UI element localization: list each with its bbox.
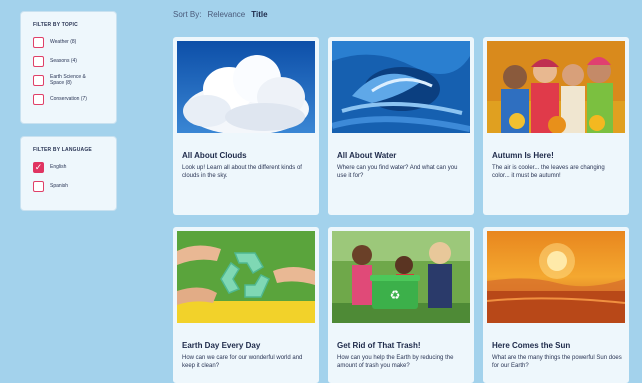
card-get-rid-of-that-trash[interactable]: ♻ Get Rid of That Trash! How can you hel… [328,227,474,383]
filter-by-topic-panel: FILTER BY TOPIC Weather (8) Seasons (4) … [20,11,117,124]
filter-by-topic-title: FILTER BY TOPIC [33,22,78,28]
card-all-about-clouds[interactable]: All About Clouds Look up! Learn all abou… [173,37,319,215]
filter-label-english: English [50,164,67,170]
card-here-comes-the-sun[interactable]: Here Comes the Sun What are the many thi… [483,227,629,383]
sunset-sky-photo [487,231,625,323]
card-description: The air is cooler... the leaves are chan… [492,165,605,179]
card-description: How can we care for our wonderful world … [182,355,303,369]
sort-by-label: Sort By: [173,10,202,19]
cumulus-clouds-photo [177,41,315,133]
conservation-checkbox[interactable] [33,93,44,105]
filter-option-weather[interactable]: Weather (8) [33,34,108,50]
filter-option-english[interactable]: ✓ English [33,159,108,175]
card-title: Get Rid of That Trash! [337,341,421,350]
earth-science-checkbox[interactable] [33,74,44,86]
filter-option-spanish[interactable]: Spanish [33,178,108,194]
english-checkbox[interactable]: ✓ [33,161,44,173]
filter-option-earth-science[interactable]: Earth Science & Space (8) [33,72,108,88]
kids-in-autumn-leaves-photo [487,41,625,133]
hands-recycle-symbol-photo [177,231,315,323]
card-description: Look up! Learn all about the different k… [182,165,302,179]
card-title: All About Water [337,151,397,160]
filter-option-conservation[interactable]: Conservation (7) [33,91,108,107]
card-title: Here Comes the Sun [492,341,571,350]
sort-bar: Sort By: Relevance Title [173,10,268,19]
card-title: All About Clouds [182,151,247,160]
card-title: Earth Day Every Day [182,341,261,350]
card-autumn-is-here[interactable]: Autumn Is Here! The air is cooler... the… [483,37,629,215]
card-title: Autumn Is Here! [492,151,554,160]
card-all-about-water[interactable]: All About Water Where can you find water… [328,37,474,215]
filter-option-seasons[interactable]: Seasons (4) [33,53,108,69]
weather-checkbox[interactable] [33,36,44,48]
card-description: Where can you find water? And what can y… [337,165,458,179]
kids-with-recycling-bin-photo: ♻ [332,231,470,323]
checkmark-icon: ✓ [34,161,43,172]
filter-label-spanish: Spanish [50,183,69,189]
spanish-checkbox[interactable] [33,180,44,192]
seasons-checkbox[interactable] [33,55,44,67]
filter-label-conservation: Conservation (7) [50,96,87,102]
card-description: What are the many things the powerful Su… [492,355,622,369]
sort-option-relevance[interactable]: Relevance [207,10,245,19]
filter-by-language-title: FILTER BY LANGUAGE [33,147,92,153]
ocean-wave-photo [332,41,470,133]
card-earth-day-every-day[interactable]: Earth Day Every Day How can we care for … [173,227,319,383]
filter-label-weather: Weather (8) [50,39,77,45]
filter-by-language-panel: FILTER BY LANGUAGE ✓ English Spanish [20,136,117,211]
sort-option-title[interactable]: Title [251,10,267,19]
card-description: How can you help the Earth by reducing t… [337,355,454,369]
filter-label-seasons: Seasons (4) [50,58,77,64]
filter-label-earth-science: Earth Science & Space (8) [50,74,86,86]
svg-text:♻: ♻ [390,288,401,302]
